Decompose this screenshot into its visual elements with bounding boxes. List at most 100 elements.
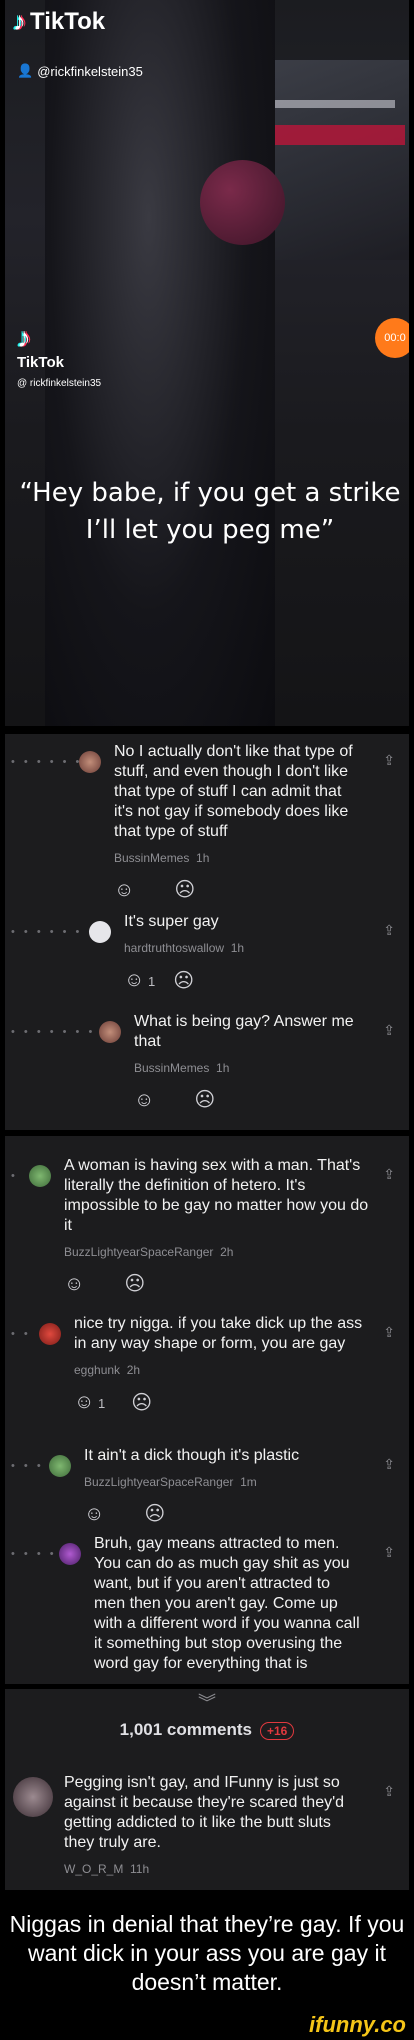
comment-username[interactable]: hardtruthtoswallow [124,941,224,955]
comment-username[interactable]: BussinMemes [114,851,189,865]
comment-meta: hardtruthtoswallow 1h [124,938,364,958]
meme-caption: Niggas in denial that they’re gay. If yo… [9,1911,405,1995]
tiktok-note-icon: ♪ [17,322,31,353]
comment-body: Bruh, gay means attracted to men. You ca… [94,1534,364,1674]
frown-icon[interactable]: ☹ [124,1274,145,1294]
tiktok-username: 👤 @rickfinkelstein35 [17,63,143,79]
avatar[interactable] [49,1455,71,1477]
avatar[interactable] [89,921,111,943]
comment-username[interactable]: BuzzLightyearSpaceRanger [84,1475,233,1489]
comment-username[interactable]: W_O_R_M [64,1862,123,1876]
share-icon[interactable]: ⇪ [383,1022,395,1039]
comment-meta: BussinMemes 1h [134,1058,354,1078]
user-icon: 👤 [17,63,34,78]
share-icon[interactable]: ⇪ [383,1544,395,1561]
frown-icon[interactable]: ☹ [173,971,194,991]
comment-reactions: ☺ ☹ [134,1090,354,1110]
comment-reactions: ☺ 1 ☹ [124,970,364,992]
comments-panel-1: • • • • • • No I actually don't like tha… [5,734,409,1130]
comment-time: 2h [220,1245,234,1259]
thread-depth-dots: • [11,1170,18,1182]
comment-username[interactable]: BuzzLightyearSpaceRanger [64,1245,213,1259]
comment-username[interactable]: egghunk [74,1363,120,1377]
thread-depth-dots: • • • • • • [11,756,83,768]
avatar[interactable] [13,1777,53,1817]
smile-icon[interactable]: ☺ [134,1090,154,1110]
bowling-ball [200,160,285,245]
avatar[interactable] [29,1165,51,1187]
comments-count: 1,001 comments +16 [5,1720,409,1740]
frown-icon[interactable]: ☹ [174,880,195,900]
comment-body: Pegging isn't gay, and IFunny is just so… [64,1773,364,1890]
frown-icon[interactable]: ☹ [131,1393,152,1413]
share-icon[interactable]: ⇪ [383,1456,395,1473]
comment-text: It ain't a dick though it's plastic [84,1447,300,1464]
comment-text: What is being gay? Answer me that [134,1013,354,1050]
comment-username[interactable]: BussinMemes [134,1061,209,1075]
comment-reactions: ☺ 1 ☹ [74,1392,364,1414]
frown-icon[interactable]: ☹ [194,1090,215,1110]
comment-text: It's super gay [124,913,219,930]
thread-depth-dots: • • [11,1328,31,1340]
avatar[interactable] [99,1021,121,1043]
like-reaction[interactable]: ☺ 1 [74,1392,105,1414]
comment-time: 1h [230,941,245,955]
comment-time: 1h [216,1061,230,1075]
video-frame[interactable]: ♪ TikTok 👤 @rickfinkelstein35 ♪ TikTok @… [5,0,409,726]
comment-body: What is being gay? Answer me that Bussin… [134,1012,354,1110]
tiktok-note-icon: ♪ [13,6,26,36]
ifunny-watermark: ifunny.co [309,2012,406,2037]
comments-panel-3: ︾ 1,001 comments +16 Pegging isn't gay, a… [5,1689,409,1890]
comment-meta: egghunk 2h [74,1360,364,1380]
comment-body: It's super gay hardtruthtoswallow 1h ☺ 1… [124,912,364,992]
share-icon[interactable]: ⇪ [383,1324,395,1341]
person-silhouette [45,0,275,726]
comment-meta: BussinMemes 1h [114,848,364,868]
comment-reactions: ☺ ☹ [114,880,364,900]
comment-time: 1h [196,851,210,865]
smile-icon: ☺ [74,1391,95,1413]
comment-reactions: ☺ ☹ [84,1504,364,1524]
divider [0,1130,414,1135]
like-reaction[interactable]: ☺ 1 [124,970,155,992]
chevron-down-icon[interactable]: ︾ [5,1689,409,1715]
like-count: 1 [148,974,156,989]
comment-time: 11h [130,1862,150,1876]
thread-depth-dots: • • • • • • • [11,926,96,938]
comment-body: No I actually don't like that type of st… [114,742,364,900]
comment-body: A woman is having sex with a man. That's… [64,1156,374,1294]
thread-depth-dots: • • • • [11,1548,57,1560]
comment-meta: W_O_R_M 11h [64,1859,364,1879]
comment-text: Pegging isn't gay, and IFunny is just so… [64,1774,345,1851]
comment-time: 2h [126,1363,141,1377]
tiktok-logo: ♪ TikTok [13,6,105,37]
avatar[interactable] [39,1323,61,1345]
share-icon[interactable]: ⇪ [383,1783,395,1800]
frown-icon[interactable]: ☹ [144,1504,165,1524]
thread-depth-dots: • • • [11,1460,44,1472]
video-timer-badge: 00:0 [375,318,409,358]
smile-icon[interactable]: ☺ [114,880,134,900]
comment-reactions: ☺ ☹ [64,1274,374,1294]
smile-icon[interactable]: ☺ [84,1504,104,1524]
smile-icon: ☺ [124,969,145,991]
avatar[interactable] [59,1543,81,1565]
tiktok-watermark-username: @ rickfinkelstein35 [17,378,102,389]
share-icon[interactable]: ⇪ [383,922,395,939]
like-count: 1 [98,1396,106,1411]
comment-time: 1m [240,1475,257,1489]
new-comments-badge[interactable]: +16 [259,1721,295,1740]
tiktok-watermark-text: TikTok [17,354,64,371]
divider [0,726,414,731]
comment-text: No I actually don't like that type of st… [114,743,353,840]
smile-icon[interactable]: ☺ [64,1274,84,1294]
comment-text: nice try nigga. if you take dick up the … [74,1315,363,1352]
avatar[interactable] [79,751,101,773]
comment-text: A woman is having sex with a man. That's… [64,1157,369,1234]
share-icon[interactable]: ⇪ [383,1166,395,1183]
tiktok-brand-text: TikTok [30,7,106,35]
comment-body: It ain't a dick though it's plastic Buzz… [84,1446,364,1524]
video-caption: “Hey babe, if you get a strike I’ll let … [19,478,401,545]
share-icon[interactable]: ⇪ [383,752,395,769]
comment-meta: BuzzLightyearSpaceRanger 2h [64,1242,374,1262]
